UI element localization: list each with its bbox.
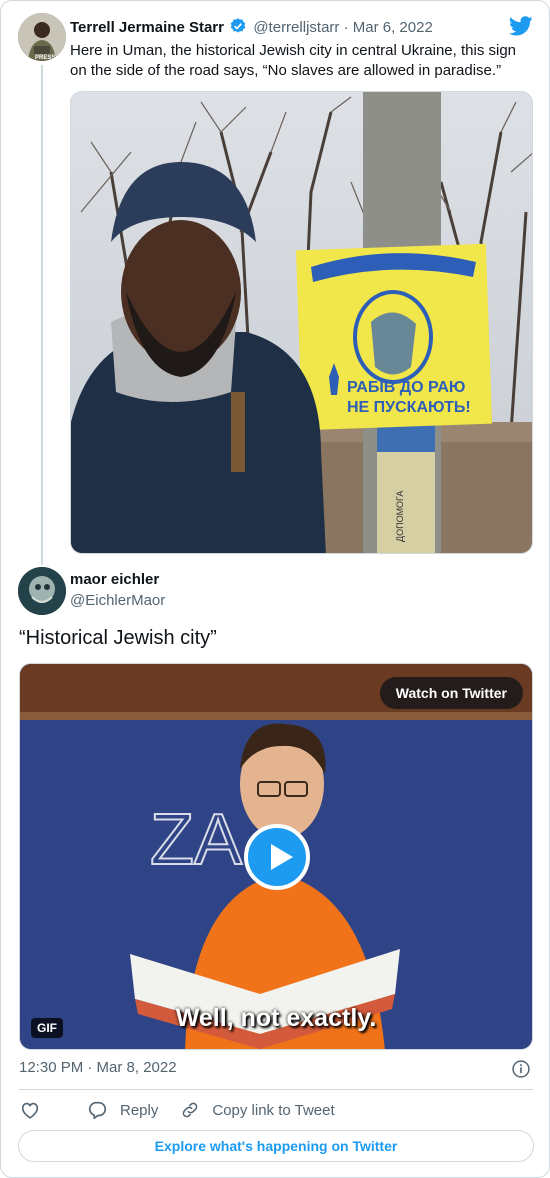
thread-line — [41, 65, 43, 565]
divider — [19, 1089, 533, 1090]
quoted-author-name[interactable]: Terrell Jermaine Starr — [70, 19, 224, 36]
quoted-tweet-header: Terrell Jermaine Starr @terrelljstarr · … — [70, 17, 433, 36]
press-badge: PRESS — [35, 55, 55, 61]
reply-button[interactable]: Reply — [86, 1099, 158, 1121]
separator-dot: · — [343, 19, 349, 36]
reply-icon — [88, 1101, 107, 1120]
gif-badge: GIF — [31, 1018, 63, 1038]
quoted-tweet-date[interactable]: Mar 6, 2022 — [353, 19, 433, 36]
info-icon[interactable] — [511, 1059, 531, 1079]
video-subtitle: Well, not exactly. — [175, 1004, 377, 1032]
quoted-tweet-photo[interactable]: ДОПОМОГА РАБІВ ДО РАЮ НЕ ПУСКАЮТЬ! — [70, 91, 533, 554]
explore-twitter-button[interactable]: Explore what's happening on Twitter — [18, 1130, 534, 1162]
like-button[interactable] — [19, 1099, 53, 1121]
author-avatar[interactable] — [18, 567, 66, 615]
tweet-embed-card: PRESS Terrell Jermaine Starr @terrelljst… — [0, 0, 550, 1178]
pole-graffiti: ДОПОМОГА — [395, 491, 405, 542]
reply-label: Reply — [120, 1101, 159, 1119]
tweet-text: “Historical Jewish city” — [19, 627, 217, 649]
watch-on-twitter-button[interactable]: Watch on Twitter — [379, 677, 523, 709]
tweet-actions: Reply Copy link to Tweet — [19, 1099, 335, 1121]
quoted-author-handle[interactable]: @terrelljstarr — [253, 19, 339, 36]
quoted-tweet-text: Here in Uman, the historical Jewish city… — [70, 42, 517, 79]
play-icon — [271, 844, 293, 870]
link-icon — [183, 1102, 198, 1118]
author-handle[interactable]: @EichlerMaor — [70, 592, 165, 609]
sign-text-line2: НЕ ПУСКАЮТЬ! — [347, 399, 471, 416]
verified-badge-icon — [230, 18, 246, 33]
copy-link-label: Copy link to Tweet — [212, 1101, 335, 1119]
sign-text-line1: РАБІВ ДО РАЮ — [347, 379, 465, 396]
twitter-bird-icon[interactable] — [509, 14, 533, 38]
tweet-video[interactable]: ZA K Watch on Twitter Well, not exactly.… — [19, 663, 533, 1050]
author-name[interactable]: maor eichler — [70, 571, 159, 588]
play-button[interactable] — [244, 824, 310, 890]
tweet-timestamp[interactable]: 12:30 PM · Mar 8, 2022 — [19, 1059, 177, 1076]
heart-icon — [21, 1102, 39, 1119]
quoted-author-avatar[interactable]: PRESS — [18, 13, 66, 61]
copy-link-button[interactable]: Copy link to Tweet — [180, 1100, 335, 1120]
